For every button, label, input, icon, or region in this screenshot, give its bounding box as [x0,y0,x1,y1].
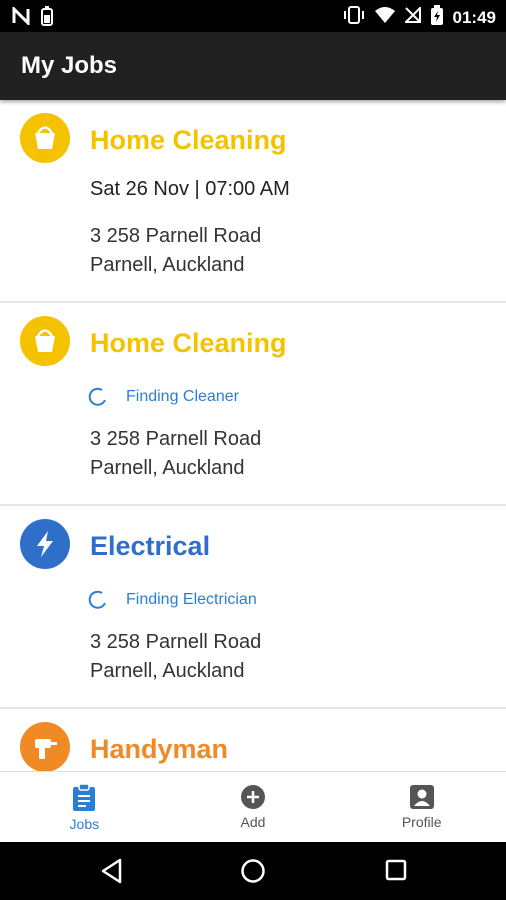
loading-spinner-icon [88,387,106,406]
nav-label-add: Add [240,814,266,830]
address-line-1: 3 258 Parnell Road [90,225,262,247]
profile-icon [409,785,434,809]
back-icon [101,858,122,884]
recents-button[interactable] [384,858,408,887]
status-bar: 01:49 [0,0,506,32]
battery-icon [430,5,443,30]
vibrate-icon [343,6,365,29]
drill-icon [20,722,70,771]
home-icon [241,859,265,883]
home-button[interactable] [240,858,266,889]
wifi-icon [374,7,395,28]
job-service-title: Home Cleaning [90,125,287,155]
job-card[interactable]: Home Cleaning Finding Cleaner 3 258 Parn… [0,303,506,506]
address-line-2: Parnell, Auckland [90,457,245,479]
bucket-icon [20,113,70,163]
job-service-title: Home Cleaning [90,328,287,358]
address-line-1: 3 258 Parnell Road [90,428,262,450]
page-title: My Jobs [21,52,118,79]
status-time: 01:49 [452,7,496,27]
job-status: Finding Electrician [88,590,257,610]
job-status-text: Finding Electrician [126,591,257,608]
nav-label-profile: Profile [401,814,442,830]
n-icon [12,5,30,30]
nav-item-add[interactable]: Add [169,772,338,843]
nav-label-jobs: Jobs [69,816,100,832]
job-service-title: Handyman [90,734,229,764]
battery-saver-icon [40,6,54,31]
job-datetime: Sat 26 Nov | 07:00 AM [90,178,290,200]
job-card[interactable]: Handyman [0,709,506,771]
bucket-icon [20,316,70,366]
recents-icon [385,859,407,881]
lightning-icon [20,519,70,569]
app-bar: My Jobs [0,32,506,100]
back-button[interactable] [100,858,124,889]
job-address: 3 258 Parnell Road Parnell, Auckland [90,222,261,280]
jobs-list[interactable]: Home Cleaning Sat 26 Nov | 07:00 AM 3 25… [0,100,506,771]
add-circle-icon [241,785,265,809]
address-line-2: Parnell, Auckland [90,254,245,276]
nav-item-profile[interactable]: Profile [337,772,506,843]
address-line-1: 3 258 Parnell Road [90,631,262,653]
job-address: 3 258 Parnell Road Parnell, Auckland [90,425,261,483]
job-status: Finding Cleaner [88,387,239,407]
job-card[interactable]: Home Cleaning Sat 26 Nov | 07:00 AM 3 25… [0,100,506,303]
job-address: 3 258 Parnell Road Parnell, Auckland [90,628,261,686]
address-line-2: Parnell, Auckland [90,660,245,682]
clipboard-icon [73,784,96,811]
loading-spinner-icon [88,590,106,609]
no-signal-icon [403,5,421,28]
job-service-title: Electrical [90,531,211,561]
nav-item-jobs[interactable]: Jobs [0,772,169,843]
bottom-navigation: Jobs Add Profile [0,771,506,843]
job-status-text: Finding Cleaner [126,388,239,405]
system-navigation-bar [0,842,506,900]
job-card[interactable]: Electrical Finding Electrician 3 258 Par… [0,506,506,709]
